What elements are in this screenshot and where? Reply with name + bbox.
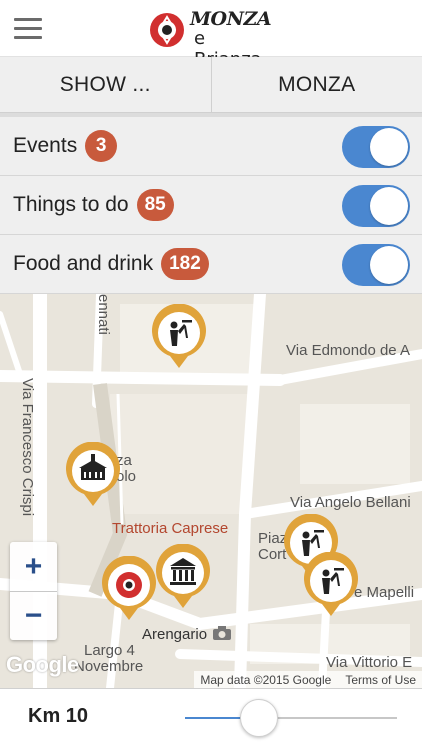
place-label-arengario: Arengario	[142, 626, 208, 643]
street-label: ennati	[95, 294, 112, 335]
show-filter-button[interactable]: SHOW ...	[0, 57, 211, 112]
monza-logo-mark	[150, 13, 184, 47]
toggle-knob	[370, 128, 408, 166]
things-to-do-toggle[interactable]	[342, 185, 410, 227]
category-label: Things to do	[13, 193, 129, 216]
camera-icon	[213, 626, 231, 640]
count-badge: 85	[136, 189, 174, 221]
place-label-trattoria: Trattoria Caprese	[112, 520, 229, 537]
toggle-knob	[370, 246, 408, 284]
menu-icon[interactable]	[14, 18, 42, 40]
map-attribution: Map data ©2015 Google Terms of Use	[194, 671, 422, 688]
count-badge: 182	[161, 248, 209, 280]
museum-icon[interactable]	[154, 544, 212, 610]
location-selector: SHOW ... MONZA	[0, 57, 422, 113]
street-label: Via Angelo Bellani	[290, 494, 411, 511]
waiter-icon[interactable]	[302, 552, 360, 618]
app-screen: MONZA e Brianza SHOW ... MONZA Events 3 …	[0, 0, 422, 750]
street-label: Novembre	[74, 658, 144, 675]
street-label: Via Vittorio E	[326, 654, 413, 671]
street-label: e Mapelli	[354, 584, 415, 601]
food-and-drink-toggle[interactable]	[342, 244, 410, 286]
app-header: MONZA e Brianza	[0, 0, 422, 70]
street-label: Via Francesco Crispi	[19, 378, 36, 517]
google-logo: Google	[6, 652, 79, 677]
events-toggle[interactable]	[342, 126, 410, 168]
distance-slider-thumb[interactable]	[240, 699, 279, 737]
church-icon[interactable]	[64, 442, 122, 508]
zoom-in-button[interactable]: +	[10, 542, 57, 591]
category-label: Food and drink	[13, 252, 154, 275]
zoom-out-button[interactable]: −	[10, 591, 57, 640]
distance-label: Km 10	[28, 705, 89, 727]
terms-of-use-link[interactable]: Terms of Use	[345, 673, 416, 687]
logo-title: MONZA	[190, 8, 272, 30]
category-row-things-to-do: Things to do 85	[0, 176, 422, 235]
city-button[interactable]: MONZA	[210, 57, 422, 112]
waiter-icon[interactable]	[150, 304, 208, 370]
app-logo: MONZA e Brianza	[148, 6, 278, 70]
category-row-food-and-drink: Food and drink 182	[0, 235, 422, 294]
distance-bar: Km 10	[0, 688, 422, 750]
monza-logo-icon[interactable]	[100, 556, 158, 622]
map-data-credit: Map data ©2015 Google	[200, 672, 332, 687]
map-view[interactable]: Via Edmondo de A Via Francesco Crispi Vi…	[0, 294, 422, 688]
count-badge: 3	[85, 130, 118, 162]
category-row-events: Events 3	[0, 117, 422, 176]
street-label: Via Edmondo de A	[286, 342, 410, 359]
street-label: Largo 4	[84, 642, 135, 659]
category-label: Events	[13, 134, 78, 157]
toggle-knob	[370, 187, 408, 225]
zoom-controls: + −	[10, 542, 57, 640]
